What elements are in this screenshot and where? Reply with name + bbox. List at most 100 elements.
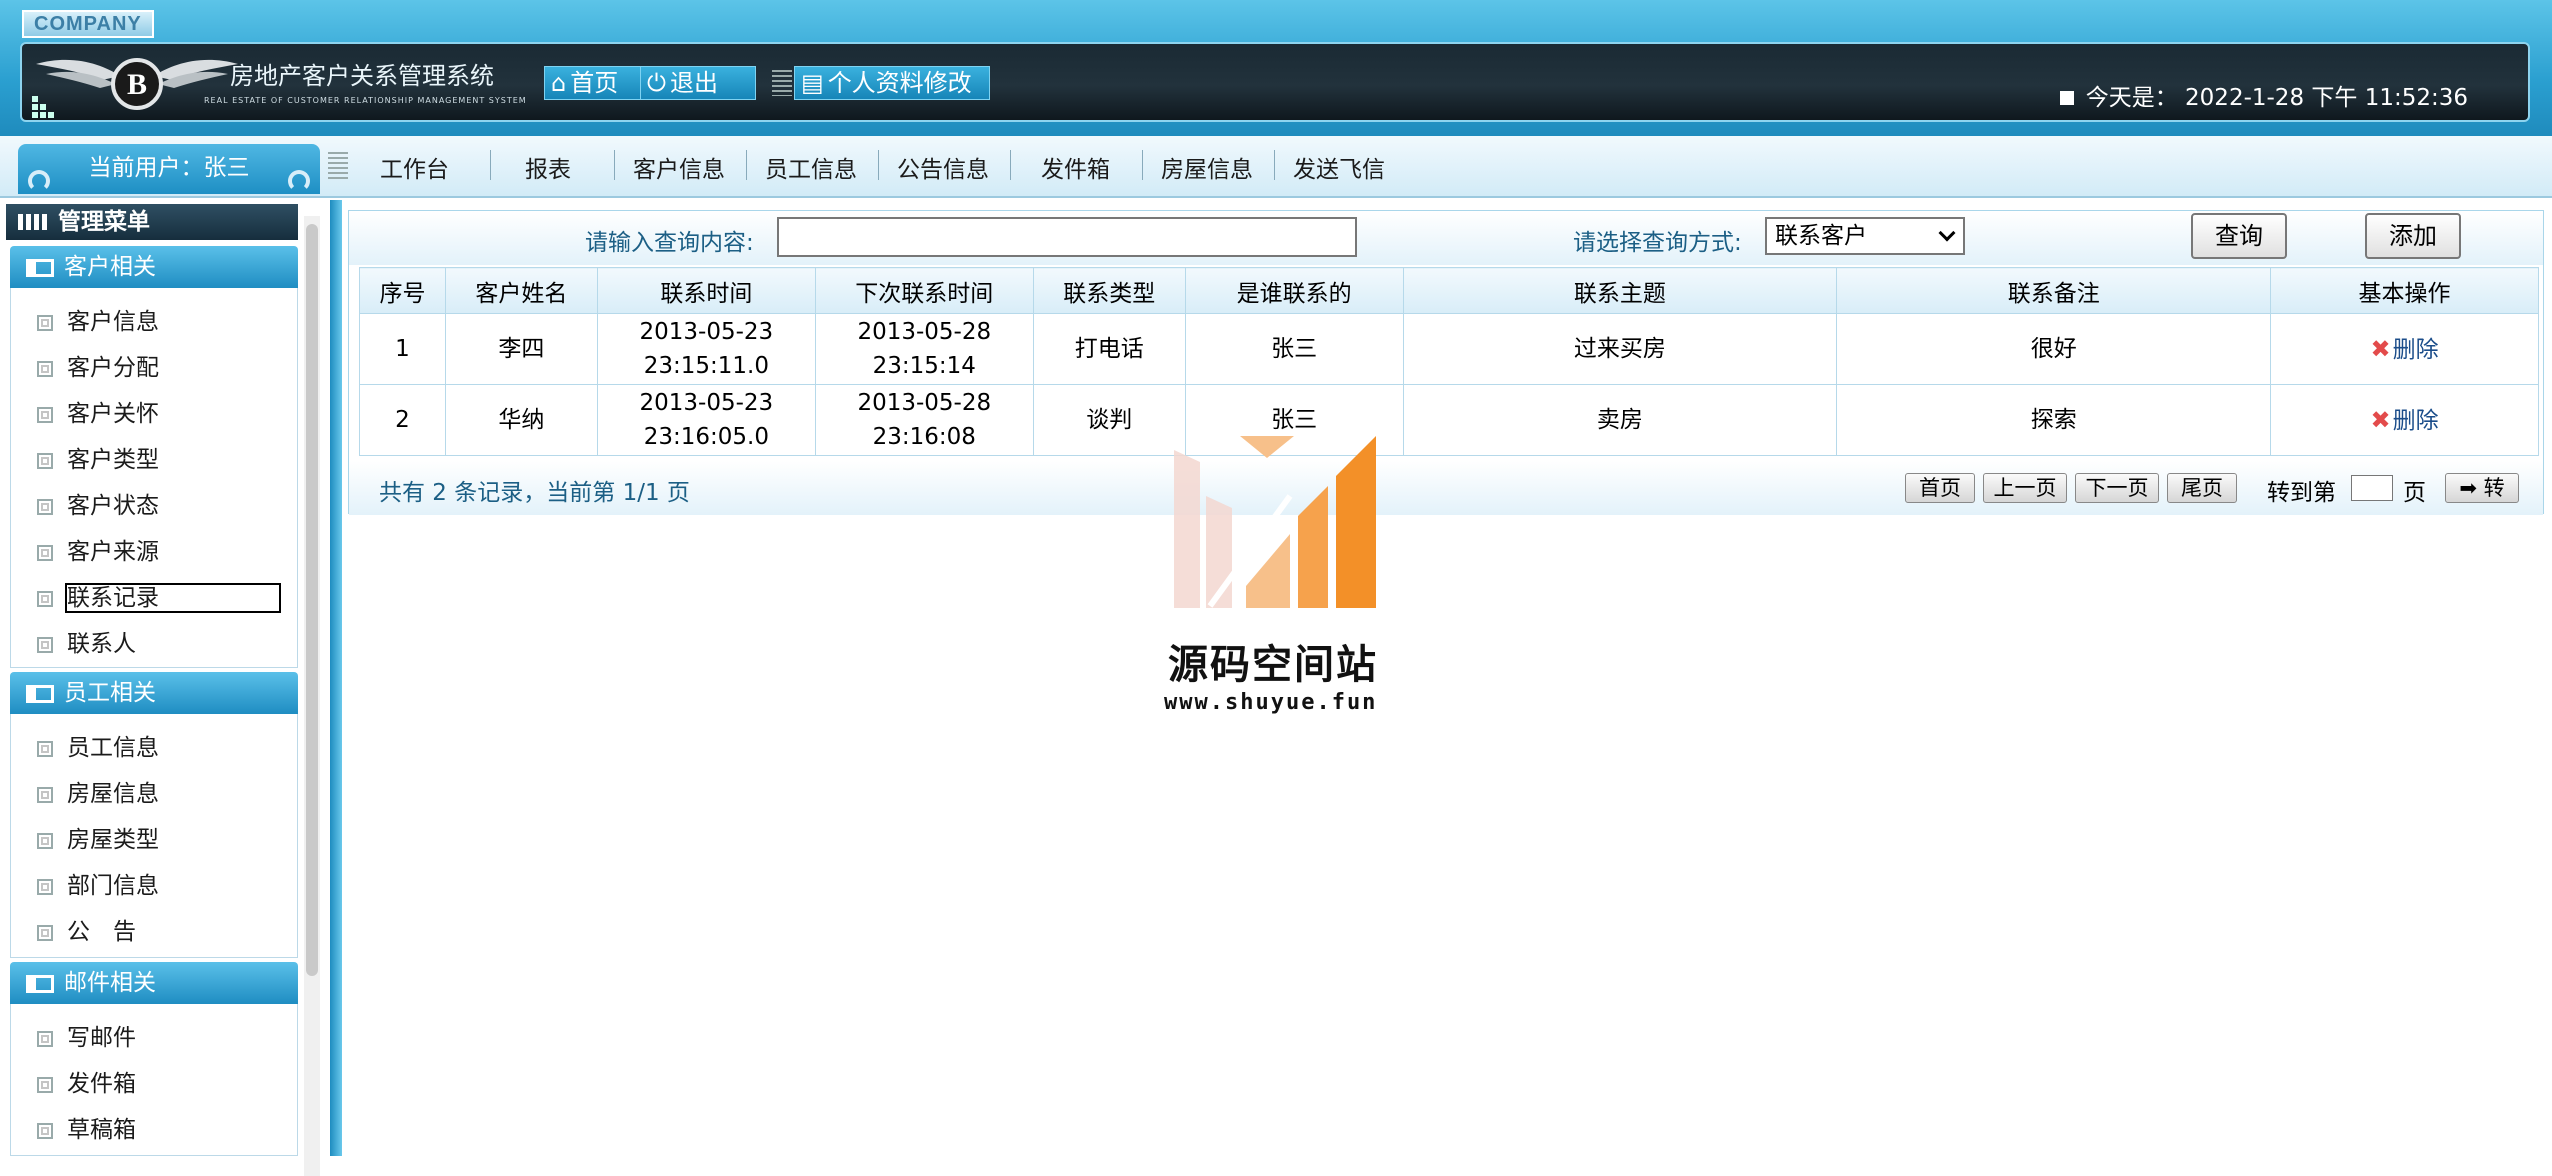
cell-contact-type: 打电话 xyxy=(1032,313,1186,385)
cell-no: 2 xyxy=(359,384,446,456)
sidebar-group-customer[interactable]: 客户相关 xyxy=(10,246,298,288)
cell-no: 1 xyxy=(359,313,446,385)
sidebar-item-customer-assign[interactable]: 客户分配 xyxy=(37,348,159,382)
nav-item-send-fetion[interactable]: 发送飞信 xyxy=(1293,150,1385,184)
sidebar-group-mail-items: 写邮件 发件箱 草稿箱 xyxy=(10,1004,298,1156)
sidebar-item-notice[interactable]: 公 告 xyxy=(37,912,136,946)
delete-link[interactable]: ✖删除 xyxy=(2370,335,2438,363)
sidebar-item-customer-type[interactable]: 客户类型 xyxy=(37,440,159,474)
top-nav: 当前用户：张三 工作台 报表 客户信息 员工信息 公告信息 发件箱 房屋信息 发… xyxy=(0,136,2552,198)
page-icon xyxy=(37,741,53,757)
last-page-button[interactable]: 尾页 xyxy=(2167,473,2237,503)
sidebar-item-customer-status[interactable]: 客户状态 xyxy=(37,486,159,520)
nav-separator xyxy=(490,150,491,180)
nav-separator xyxy=(878,150,879,180)
nav-item-house-info[interactable]: 房屋信息 xyxy=(1161,150,1253,184)
query-mode-label: 请选择查询方式: xyxy=(1573,230,1742,256)
sidebar-item-contact-record[interactable]: 联系记录 xyxy=(37,578,281,613)
sidebar-title: 管理菜单 xyxy=(6,204,298,240)
sidebar-scrollbar-thumb[interactable] xyxy=(306,224,318,976)
nav-divider-grip xyxy=(328,152,348,180)
prev-page-button[interactable]: 上一页 xyxy=(1983,473,2067,503)
system-title: 房地产客户关系管理系统 xyxy=(230,62,494,90)
app-header: COMPANY B 房地产客户关系管理系统 REAL ESTATE OF CUS… xyxy=(0,0,2552,136)
tab-hook-left-icon xyxy=(28,170,50,192)
header-divider-grip xyxy=(772,70,792,96)
page-icon xyxy=(37,1077,53,1093)
table-row: 1 李四 2013-05-23 23:15:11.0 2013-05-28 23:1… xyxy=(359,313,2539,385)
current-user-tab: 当前用户：张三 xyxy=(18,144,320,194)
page-icon xyxy=(37,453,53,469)
pagination-bar: 共有 2 条记录，当前第 1/1 页 首页 上一页 下一页 尾页 转到第 页 ➡… xyxy=(349,461,2543,515)
watermark-name: 源码空间站 xyxy=(1168,642,1378,688)
sidebar-item-customer-source[interactable]: 客户来源 xyxy=(37,532,159,566)
cell-remark: 很好 xyxy=(1836,313,2272,385)
page-icon xyxy=(37,545,53,561)
winged-b-logo-icon: B xyxy=(32,58,238,118)
query-mode-select[interactable]: 联系客户 xyxy=(1765,217,1965,255)
column-header: 联系备注 xyxy=(1836,267,2272,314)
sidebar-item-department-info[interactable]: 部门信息 xyxy=(37,866,159,900)
sidebar-item-customer-info[interactable]: 客户信息 xyxy=(37,302,159,336)
book-icon xyxy=(26,259,54,277)
cell-next-contact-time: 2013-05-28 23:15:14 xyxy=(814,313,1034,385)
sidebar-item-house-info[interactable]: 房屋信息 xyxy=(37,774,159,808)
nav-separator xyxy=(614,150,615,180)
jump-unit-label: 页 xyxy=(2403,480,2426,506)
table-row: 2 华纳 2013-05-23 23:16:05.0 2013-05-28 23:1… xyxy=(359,384,2539,456)
page-icon xyxy=(37,879,53,895)
delete-link[interactable]: ✖删除 xyxy=(2370,405,2438,434)
nav-item-customer-info[interactable]: 客户信息 xyxy=(633,150,725,184)
page-icon xyxy=(37,925,53,941)
header-bar: B 房地产客户关系管理系统 REAL ESTATE OF CUSTOMER RE… xyxy=(20,42,2530,122)
document-icon: ▤ xyxy=(801,69,824,97)
page-icon xyxy=(37,361,53,377)
sidebar-item-drafts[interactable]: 草稿箱 xyxy=(37,1110,136,1144)
red-x-icon: ✖ xyxy=(2370,405,2391,434)
cell-customer: 李四 xyxy=(444,313,598,385)
sidebar-item-contact-person[interactable]: 联系人 xyxy=(37,624,136,658)
sidebar-group-mail[interactable]: 邮件相关 xyxy=(10,962,298,1004)
column-header: 联系主题 xyxy=(1402,267,1838,314)
page-icon xyxy=(37,591,53,607)
home-button[interactable]: ⌂ 首页 xyxy=(544,66,648,100)
cell-next-contact-time: 2013-05-28 23:16:08 xyxy=(814,384,1034,456)
sidebar-group-employee[interactable]: 员工相关 xyxy=(10,672,298,714)
column-header: 下次联系时间 xyxy=(814,267,1034,314)
add-button[interactable]: 添加 xyxy=(2365,213,2461,259)
nav-item-workbench[interactable]: 工作台 xyxy=(380,150,449,184)
nav-item-outbox[interactable]: 发件箱 xyxy=(1041,150,1110,184)
logout-button[interactable]: ⏻ 退出 xyxy=(640,66,756,100)
go-button[interactable]: ➡ 转 xyxy=(2445,473,2519,503)
nav-separator xyxy=(1274,150,1275,180)
nav-item-report[interactable]: 报表 xyxy=(525,150,571,184)
sidebar-item-customer-care[interactable]: 客户关怀 xyxy=(37,394,159,428)
page-icon xyxy=(37,787,53,803)
cell-contacted-by: 张三 xyxy=(1184,313,1404,385)
grid-menu-icon xyxy=(18,214,50,230)
sidebar-item-write-mail[interactable]: 写邮件 xyxy=(37,1018,136,1052)
sidebar-item-outbox[interactable]: 发件箱 xyxy=(37,1064,136,1098)
search-input[interactable] xyxy=(777,217,1357,257)
nav-item-employee-info[interactable]: 员工信息 xyxy=(765,150,857,184)
nav-item-notice-info[interactable]: 公告信息 xyxy=(897,150,989,184)
jump-page-input[interactable] xyxy=(2351,475,2393,501)
sidebar-item-employee-info[interactable]: 员工信息 xyxy=(37,728,159,762)
nav-separator xyxy=(1010,150,1011,180)
sidebar-separator-bar xyxy=(330,200,342,1156)
profile-edit-button[interactable]: ▤ 个人资料修改 xyxy=(794,66,990,100)
sidebar-item-house-type[interactable]: 房屋类型 xyxy=(37,820,159,854)
column-header: 基本操作 xyxy=(2270,267,2539,314)
query-button[interactable]: 查询 xyxy=(2191,213,2287,259)
home-icon: ⌂ xyxy=(551,69,567,97)
page-icon xyxy=(37,637,53,653)
tab-hook-right-icon xyxy=(288,170,310,192)
next-page-button[interactable]: 下一页 xyxy=(2075,473,2159,503)
svg-text:B: B xyxy=(127,68,147,101)
sidebar: 管理菜单 客户相关 客户信息 客户分配 客户关怀 客户类型 客户状态 客户来源 … xyxy=(0,200,330,1176)
book-icon xyxy=(26,975,54,993)
nav-separator xyxy=(746,150,747,180)
first-page-button[interactable]: 首页 xyxy=(1905,473,1975,503)
cell-remark: 探索 xyxy=(1836,384,2272,456)
sidebar-group-employee-items: 员工信息 房屋信息 房屋类型 部门信息 公 告 xyxy=(10,714,298,958)
